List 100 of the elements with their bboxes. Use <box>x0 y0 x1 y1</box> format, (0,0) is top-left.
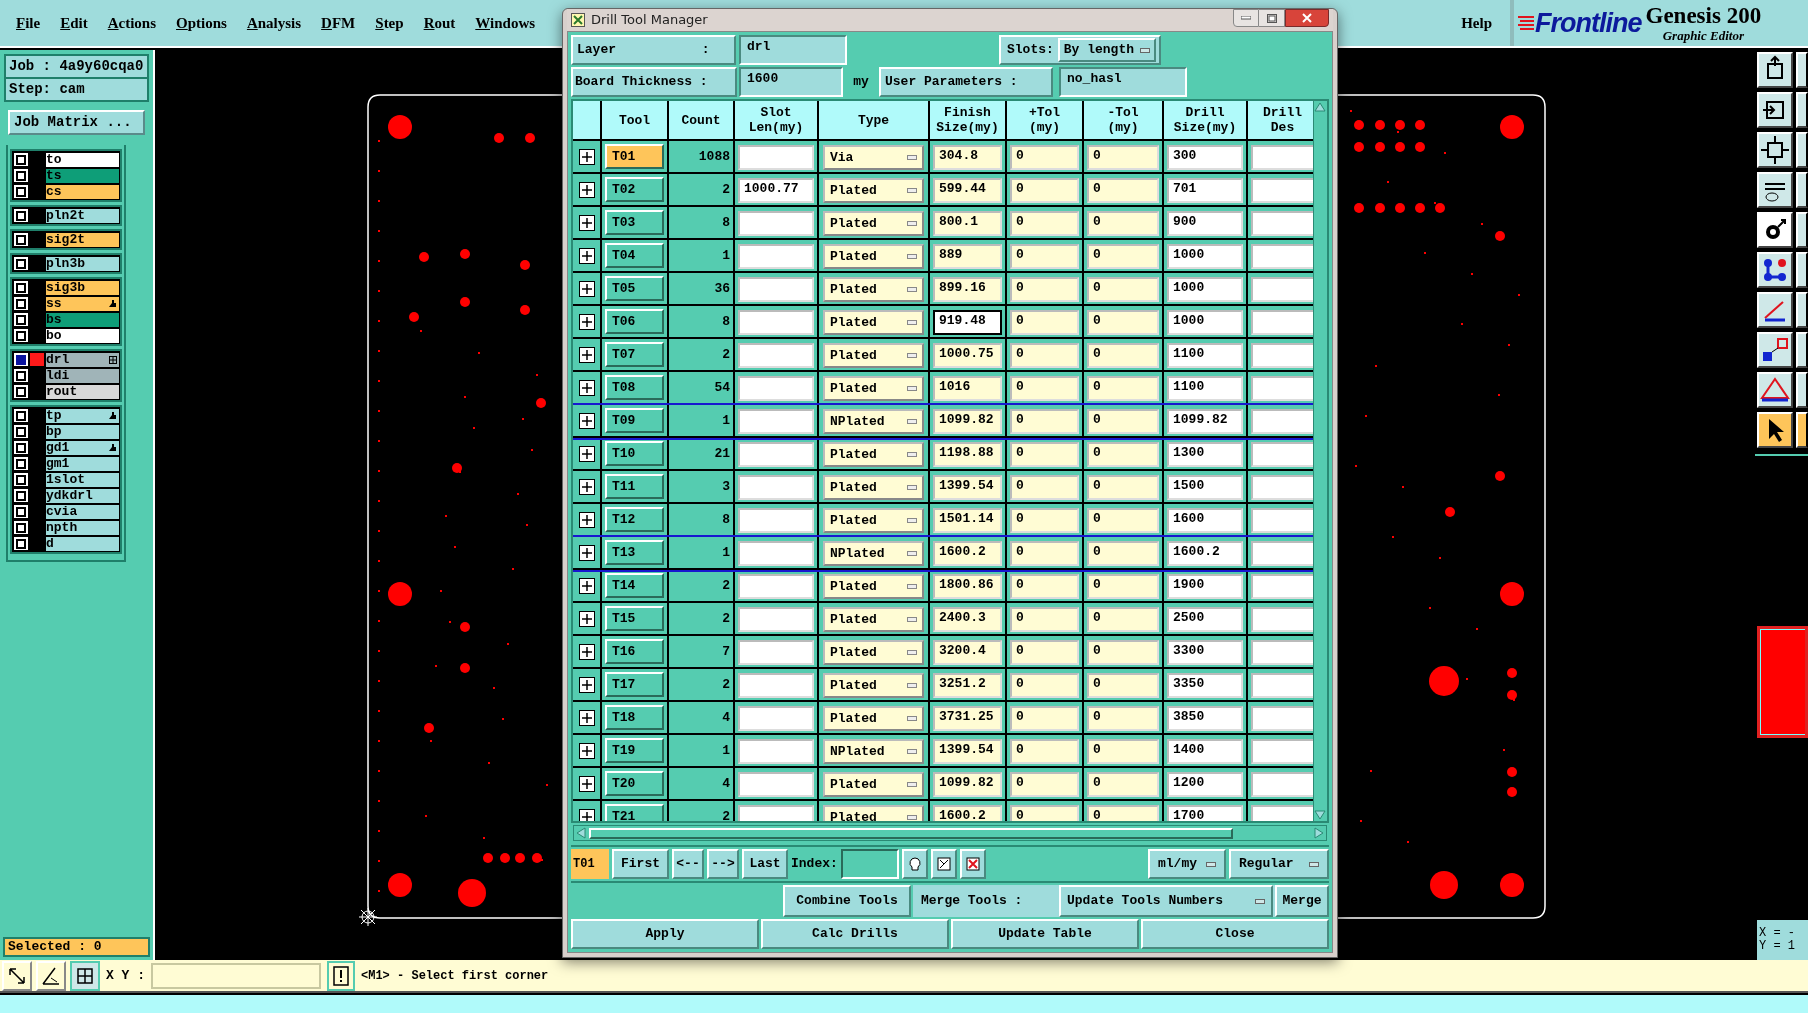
toolbar-button[interactable] <box>1796 212 1808 248</box>
layer-checkbox[interactable] <box>16 386 26 397</box>
drill-size-field[interactable]: 1300 <box>1167 442 1243 467</box>
user-parameters-input-field[interactable]: no_hasl <box>1059 67 1187 97</box>
slot-length-field[interactable] <box>738 673 814 698</box>
expand-icon[interactable] <box>578 808 595 821</box>
tool-button[interactable]: T20 <box>605 771 664 796</box>
minus-tolerance-field[interactable]: 0 <box>1087 244 1159 269</box>
drill-description-field[interactable] <box>1251 343 1314 368</box>
type-dropdown[interactable]: NPlated <box>823 739 924 764</box>
layer-item[interactable]: pln2t <box>46 208 119 223</box>
layer-item[interactable]: ydkdrl <box>46 488 119 503</box>
job-matrix-button[interactable]: Job Matrix ... <box>8 110 145 135</box>
layer-item[interactable]: drl <box>46 352 119 367</box>
expand-icon[interactable] <box>578 445 595 462</box>
column-header[interactable]: -Tol (my) <box>1084 101 1162 139</box>
close-window-button[interactable] <box>1285 9 1329 27</box>
drill-description-field[interactable] <box>1251 475 1314 500</box>
type-dropdown[interactable]: Plated <box>823 673 924 698</box>
layer-item[interactable]: tp <box>46 408 119 423</box>
first-button[interactable]: First <box>612 849 669 879</box>
tool-button[interactable]: T18 <box>605 705 664 730</box>
slots-dropdown[interactable]: By length <box>1057 38 1157 62</box>
tool-button[interactable]: T04 <box>605 243 664 268</box>
dialog-button[interactable]: Calc Drills <box>761 919 949 949</box>
drill-size-field[interactable]: 1200 <box>1167 772 1243 797</box>
combine-tools-button[interactable]: Combine Tools <box>783 885 911 917</box>
layer-checkbox[interactable] <box>16 186 26 197</box>
slot-length-field[interactable] <box>738 772 814 797</box>
user-parameters-button[interactable]: User Parameters : <box>879 67 1053 97</box>
drill-description-field[interactable] <box>1251 739 1314 764</box>
toolbar-button[interactable] <box>1757 372 1793 408</box>
layer-checkbox[interactable] <box>16 474 26 485</box>
slot-length-field[interactable] <box>738 145 814 170</box>
toolbar-button[interactable] <box>1757 132 1793 168</box>
finish-size-field[interactable]: 1099.82 <box>933 772 1002 797</box>
layer-checkbox[interactable] <box>16 170 26 181</box>
column-header[interactable]: Drill Des <box>1248 101 1314 139</box>
tool-button[interactable]: T11 <box>605 474 664 499</box>
expand-icon[interactable] <box>578 280 595 297</box>
tool-button[interactable]: T03 <box>605 210 664 235</box>
drill-size-field[interactable]: 701 <box>1167 178 1243 203</box>
type-dropdown[interactable]: NPlated <box>823 409 924 434</box>
layer-checkbox[interactable] <box>16 538 26 549</box>
expand-icon[interactable] <box>578 643 595 660</box>
expand-icon[interactable] <box>578 181 595 198</box>
minus-tolerance-field[interactable]: 0 <box>1087 706 1159 731</box>
plus-tolerance-field[interactable]: 0 <box>1010 508 1079 533</box>
drill-size-field[interactable]: 1600.2 <box>1167 541 1243 566</box>
toolbar-button[interactable] <box>1757 52 1793 88</box>
slot-length-field[interactable] <box>738 739 814 764</box>
column-header[interactable]: Tool <box>602 101 667 139</box>
expand-icon[interactable] <box>578 247 595 264</box>
expand-icon[interactable] <box>578 742 595 759</box>
type-dropdown[interactable]: Plated <box>823 211 924 236</box>
drill-description-field[interactable] <box>1251 772 1314 797</box>
drill-description-field[interactable] <box>1251 607 1314 632</box>
drill-description-field[interactable] <box>1251 508 1314 533</box>
layer-item[interactable]: pln3b <box>46 256 119 271</box>
horizontal-scrollbar[interactable] <box>573 825 1327 841</box>
plus-tolerance-field[interactable]: 0 <box>1010 343 1079 368</box>
finish-size-field[interactable]: 304.8 <box>933 145 1002 170</box>
finish-size-field[interactable]: 1399.54 <box>933 475 1002 500</box>
minus-tolerance-field[interactable]: 0 <box>1087 508 1159 533</box>
toolbar-button[interactable] <box>1796 92 1808 128</box>
type-dropdown[interactable]: Plated <box>823 805 924 821</box>
tool-button[interactable]: T16 <box>605 639 664 664</box>
toolbar-button[interactable] <box>1796 52 1808 88</box>
scroll-right-icon[interactable] <box>1313 827 1325 839</box>
menu-item[interactable]: DFM <box>321 11 356 35</box>
units-dropdown[interactable]: ml/my <box>1148 849 1226 879</box>
finish-size-field[interactable]: 1600.2 <box>933 541 1002 566</box>
menu-item[interactable]: Actions <box>107 11 157 35</box>
drill-description-field[interactable] <box>1251 211 1314 236</box>
slot-length-field[interactable] <box>738 706 814 731</box>
layer-item[interactable]: bs <box>46 312 119 327</box>
slot-length-field[interactable] <box>738 442 814 467</box>
expand-icon[interactable] <box>578 709 595 726</box>
layer-checkbox[interactable] <box>16 458 26 469</box>
mode-dropdown[interactable]: Regular <box>1229 849 1329 879</box>
icon-button[interactable] <box>901 849 928 879</box>
layer-checkbox[interactable] <box>16 258 26 269</box>
plus-tolerance-field[interactable]: 0 <box>1010 574 1079 599</box>
slot-length-field[interactable] <box>738 508 814 533</box>
minus-tolerance-field[interactable]: 0 <box>1087 739 1159 764</box>
type-dropdown[interactable]: Plated <box>823 244 924 269</box>
minus-tolerance-field[interactable]: 0 <box>1087 409 1159 434</box>
toolbar-button[interactable] <box>1796 372 1808 408</box>
tool-button[interactable]: T12 <box>605 507 664 532</box>
finish-size-field[interactable]: 2400.3 <box>933 607 1002 632</box>
toolbar-button[interactable] <box>1796 252 1808 288</box>
expand-icon[interactable] <box>578 478 595 495</box>
drill-size-field[interactable]: 3350 <box>1167 673 1243 698</box>
column-header[interactable]: Count <box>669 101 733 139</box>
plus-tolerance-field[interactable]: 0 <box>1010 475 1079 500</box>
column-header[interactable]: +Tol (my) <box>1007 101 1082 139</box>
finish-size-field[interactable]: 3251.2 <box>933 673 1002 698</box>
layer-checkbox[interactable] <box>16 506 26 517</box>
layer-checkbox[interactable] <box>16 210 26 221</box>
slot-length-field[interactable] <box>738 376 814 401</box>
